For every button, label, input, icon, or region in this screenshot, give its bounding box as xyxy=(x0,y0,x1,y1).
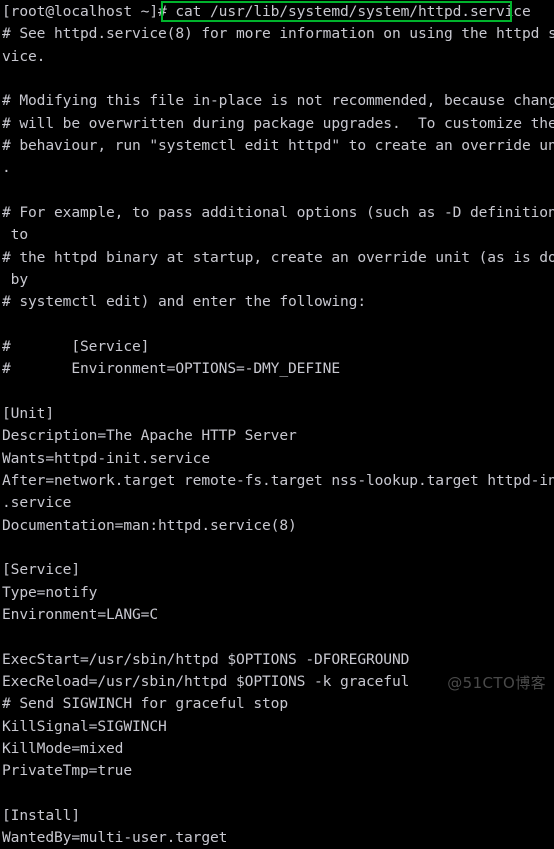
terminal-line: Documentation=man:httpd.service(8) xyxy=(2,516,297,534)
terminal-line: WantedBy=multi-user.target xyxy=(2,829,228,847)
terminal-line: Type=notify xyxy=(2,583,98,601)
terminal-line: # For example, to pass additional option… xyxy=(2,203,554,221)
terminal-line: # Environment=OPTIONS=-DMY_DEFINE xyxy=(2,360,340,378)
terminal-line: # See httpd.service(8) for more informat… xyxy=(2,25,554,43)
terminal-line: PrivateTmp=true xyxy=(2,762,132,780)
terminal-line: After=network.target remote-fs.target ns… xyxy=(2,471,554,489)
terminal-line: # Send SIGWINCH for graceful stop xyxy=(2,695,288,713)
terminal-line: by xyxy=(2,270,28,288)
terminal-line: Description=The Apache HTTP Server xyxy=(2,427,297,445)
terminal-line: Wants=httpd-init.service xyxy=(2,449,210,467)
terminal-line: # the httpd binary at startup, create an… xyxy=(2,248,554,266)
terminal-line: [Unit] xyxy=(2,404,54,422)
terminal-line: Environment=LANG=C xyxy=(2,605,158,623)
terminal-line: KillMode=mixed xyxy=(2,739,124,757)
terminal-window[interactable]: [root@localhost ~]# cat /usr/lib/systemd… xyxy=(0,0,554,846)
terminal-line: # behaviour, run "systemctl edit httpd" … xyxy=(2,136,554,154)
terminal-line: . xyxy=(2,159,11,177)
terminal-line: # [Service] xyxy=(2,337,150,355)
terminal-output: [root@localhost ~]# cat /usr/lib/systemd… xyxy=(2,1,554,849)
terminal-line: to xyxy=(2,226,28,244)
terminal-line: .service xyxy=(2,494,72,512)
terminal-line: [Service] xyxy=(2,561,80,579)
watermark-label: @51CTO博客 xyxy=(447,674,546,692)
terminal-line: [Install] xyxy=(2,806,80,824)
terminal-line: # Modifying this file in-place is not re… xyxy=(2,92,554,110)
terminal-line: [root@localhost ~]# cat /usr/lib/systemd… xyxy=(2,3,531,20)
terminal-line: # will be overwritten during package upg… xyxy=(2,114,554,132)
terminal-line: vice. xyxy=(2,47,46,65)
terminal-line: ExecStart=/usr/sbin/httpd $OPTIONS -DFOR… xyxy=(2,650,410,668)
terminal-line: # systemctl edit) and enter the followin… xyxy=(2,293,366,311)
terminal-line: KillSignal=SIGWINCH xyxy=(2,717,167,735)
